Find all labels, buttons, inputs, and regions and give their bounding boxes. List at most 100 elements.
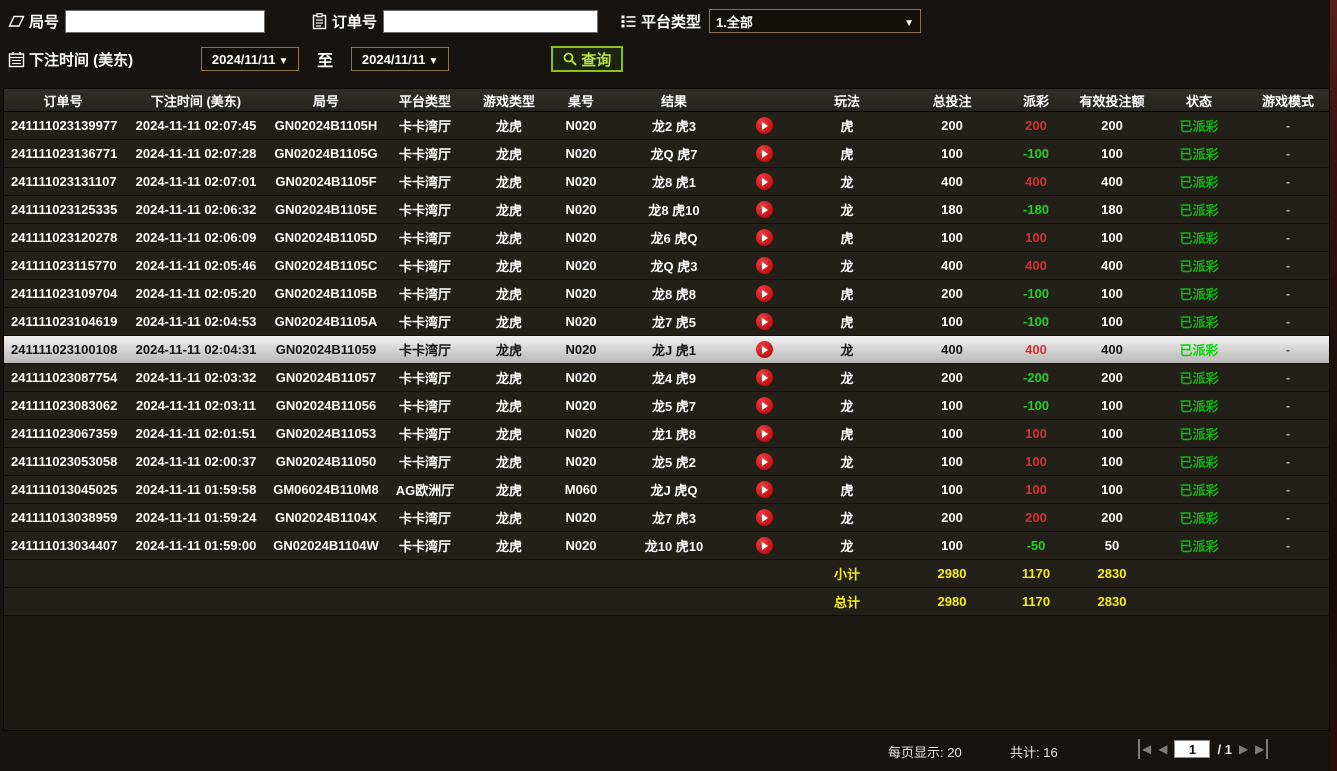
replay-play-icon[interactable] bbox=[756, 117, 773, 134]
cell-result: 龙J 虎Q bbox=[612, 480, 736, 499]
table-row[interactable]: 241111013038959 2024-11-11 01:59:24 GN02… bbox=[4, 504, 1329, 532]
cell-platform-type: 卡卡湾厅 bbox=[382, 228, 468, 247]
cell-platform-type: 卡卡湾厅 bbox=[382, 116, 468, 135]
cell-valid-bet: 400 bbox=[1070, 258, 1154, 273]
table-row[interactable]: 241111023139977 2024-11-11 02:07:45 GN02… bbox=[4, 112, 1329, 140]
cell-status: 已派彩 bbox=[1154, 452, 1244, 471]
replay-play-icon[interactable] bbox=[756, 397, 773, 414]
cell-table-number: N020 bbox=[550, 146, 612, 161]
table-row[interactable]: 241111023087754 2024-11-11 02:03:32 GN02… bbox=[4, 364, 1329, 392]
replay-play-icon[interactable] bbox=[756, 173, 773, 190]
cell-platform-type: 卡卡湾厅 bbox=[382, 396, 468, 415]
date-to-select[interactable]: 2024/11/11 bbox=[351, 47, 449, 71]
cell-result: 龙8 虎10 bbox=[612, 200, 736, 219]
replay-play-icon[interactable] bbox=[756, 537, 773, 554]
cell-round-number: GN02024B1105C bbox=[270, 258, 382, 273]
table-row[interactable]: 241111013034407 2024-11-11 01:59:00 GN02… bbox=[4, 532, 1329, 560]
cell-payout: 100 bbox=[1002, 454, 1070, 469]
date-from-value: 2024/11/11 bbox=[212, 52, 276, 67]
cell-payout: 100 bbox=[1002, 230, 1070, 245]
table-row[interactable]: 241111023109704 2024-11-11 02:05:20 GN02… bbox=[4, 280, 1329, 308]
cell-valid-bet: 100 bbox=[1070, 314, 1154, 329]
cell-game-mode: - bbox=[1244, 230, 1332, 245]
replay-play-icon[interactable] bbox=[756, 285, 773, 302]
cell-game-type: 龙虎 bbox=[468, 340, 550, 359]
background-edge-strip bbox=[1330, 0, 1337, 771]
last-page-icon[interactable] bbox=[1255, 739, 1268, 759]
cell-bet-time: 2024-11-11 02:00:37 bbox=[122, 454, 270, 469]
cell-bet-time: 2024-11-11 02:07:01 bbox=[122, 174, 270, 189]
cell-valid-bet: 100 bbox=[1070, 286, 1154, 301]
cell-result: 龙5 虎7 bbox=[612, 396, 736, 415]
replay-play-icon[interactable] bbox=[756, 453, 773, 470]
cell-total-bet: 200 bbox=[902, 286, 1002, 301]
replay-play-icon[interactable] bbox=[756, 313, 773, 330]
search-icon bbox=[563, 52, 577, 66]
cell-status: 已派彩 bbox=[1154, 340, 1244, 359]
cell-table-number: N020 bbox=[550, 174, 612, 189]
cell-payout: -100 bbox=[1002, 398, 1070, 413]
replay-play-icon[interactable] bbox=[756, 145, 773, 162]
cell-replay bbox=[736, 145, 792, 162]
table-row[interactable]: 241111023083062 2024-11-11 02:03:11 GN02… bbox=[4, 392, 1329, 420]
replay-play-icon[interactable] bbox=[756, 341, 773, 358]
round-number-icon bbox=[8, 13, 25, 30]
table-row[interactable]: 241111023104619 2024-11-11 02:04:53 GN02… bbox=[4, 308, 1329, 336]
round-number-input[interactable] bbox=[65, 10, 265, 33]
cell-total-bet: 200 bbox=[902, 370, 1002, 385]
replay-play-icon[interactable] bbox=[756, 201, 773, 218]
replay-play-icon[interactable] bbox=[756, 369, 773, 386]
table-row[interactable]: 241111023067359 2024-11-11 02:01:51 GN02… bbox=[4, 420, 1329, 448]
cell-wager: 龙 bbox=[792, 256, 902, 275]
prev-page-icon[interactable] bbox=[1158, 739, 1167, 759]
cell-game-type: 龙虎 bbox=[468, 228, 550, 247]
page-number-input[interactable]: 1 bbox=[1174, 740, 1210, 758]
replay-play-icon[interactable] bbox=[756, 509, 773, 526]
cell-platform-type: 卡卡湾厅 bbox=[382, 536, 468, 555]
cell-status: 已派彩 bbox=[1154, 144, 1244, 163]
cell-game-type: 龙虎 bbox=[468, 144, 550, 163]
cell-round-number: GN02024B11057 bbox=[270, 370, 382, 385]
cell-table-number: M060 bbox=[550, 482, 612, 497]
cell-bet-time: 2024-11-11 01:59:24 bbox=[122, 510, 270, 525]
subtotal-row: 小计 2980 1170 2830 bbox=[4, 560, 1329, 588]
cell-valid-bet: 100 bbox=[1070, 398, 1154, 413]
first-page-icon[interactable] bbox=[1138, 739, 1151, 759]
cell-table-number: N020 bbox=[550, 342, 612, 357]
table-row[interactable]: 241111023053058 2024-11-11 02:00:37 GN02… bbox=[4, 448, 1329, 476]
cell-payout: 400 bbox=[1002, 258, 1070, 273]
next-page-icon[interactable] bbox=[1239, 739, 1248, 759]
platform-type-select[interactable]: 1.全部 bbox=[709, 9, 921, 33]
table-row[interactable]: 241111023115770 2024-11-11 02:05:46 GN02… bbox=[4, 252, 1329, 280]
cell-result: 龙Q 虎3 bbox=[612, 256, 736, 275]
cell-status: 已派彩 bbox=[1154, 256, 1244, 275]
cell-bet-time: 2024-11-11 02:04:31 bbox=[122, 342, 270, 357]
cell-wager: 虎 bbox=[792, 116, 902, 135]
cell-bet-time: 2024-11-11 02:07:45 bbox=[122, 118, 270, 133]
cell-round-number: GN02024B1105D bbox=[270, 230, 382, 245]
table-row[interactable]: 241111023131107 2024-11-11 02:07:01 GN02… bbox=[4, 168, 1329, 196]
pagination-footer: 每页显示: 20 共计: 16 1 / 1 bbox=[0, 735, 1330, 765]
table-row[interactable]: 241111023100108 2024-11-11 02:04:31 GN02… bbox=[4, 336, 1329, 364]
replay-play-icon[interactable] bbox=[756, 481, 773, 498]
table-row[interactable]: 241111023125335 2024-11-11 02:06:32 GN02… bbox=[4, 196, 1329, 224]
cell-wager: 虎 bbox=[792, 312, 902, 331]
replay-play-icon[interactable] bbox=[756, 425, 773, 442]
search-button-label: 查询 bbox=[581, 49, 611, 70]
search-button[interactable]: 查询 bbox=[551, 46, 623, 72]
cell-game-mode: - bbox=[1244, 342, 1332, 357]
replay-play-icon[interactable] bbox=[756, 257, 773, 274]
date-from-select[interactable]: 2024/11/11 bbox=[201, 47, 299, 71]
cell-replay bbox=[736, 257, 792, 274]
cell-platform-type: 卡卡湾厅 bbox=[382, 368, 468, 387]
order-number-input[interactable] bbox=[383, 10, 598, 33]
table-row[interactable]: 241111023120278 2024-11-11 02:06:09 GN02… bbox=[4, 224, 1329, 252]
cell-game-mode: - bbox=[1244, 118, 1332, 133]
header-status: 状态 bbox=[1154, 91, 1244, 110]
replay-play-icon[interactable] bbox=[756, 229, 773, 246]
filter-row-1: 局号 订单号 平台类型 1.全部 bbox=[8, 5, 1322, 37]
cell-total-bet: 100 bbox=[902, 454, 1002, 469]
table-row[interactable]: 241111013045025 2024-11-11 01:59:58 GM06… bbox=[4, 476, 1329, 504]
chevron-down-icon bbox=[429, 52, 439, 67]
table-row[interactable]: 241111023136771 2024-11-11 02:07:28 GN02… bbox=[4, 140, 1329, 168]
